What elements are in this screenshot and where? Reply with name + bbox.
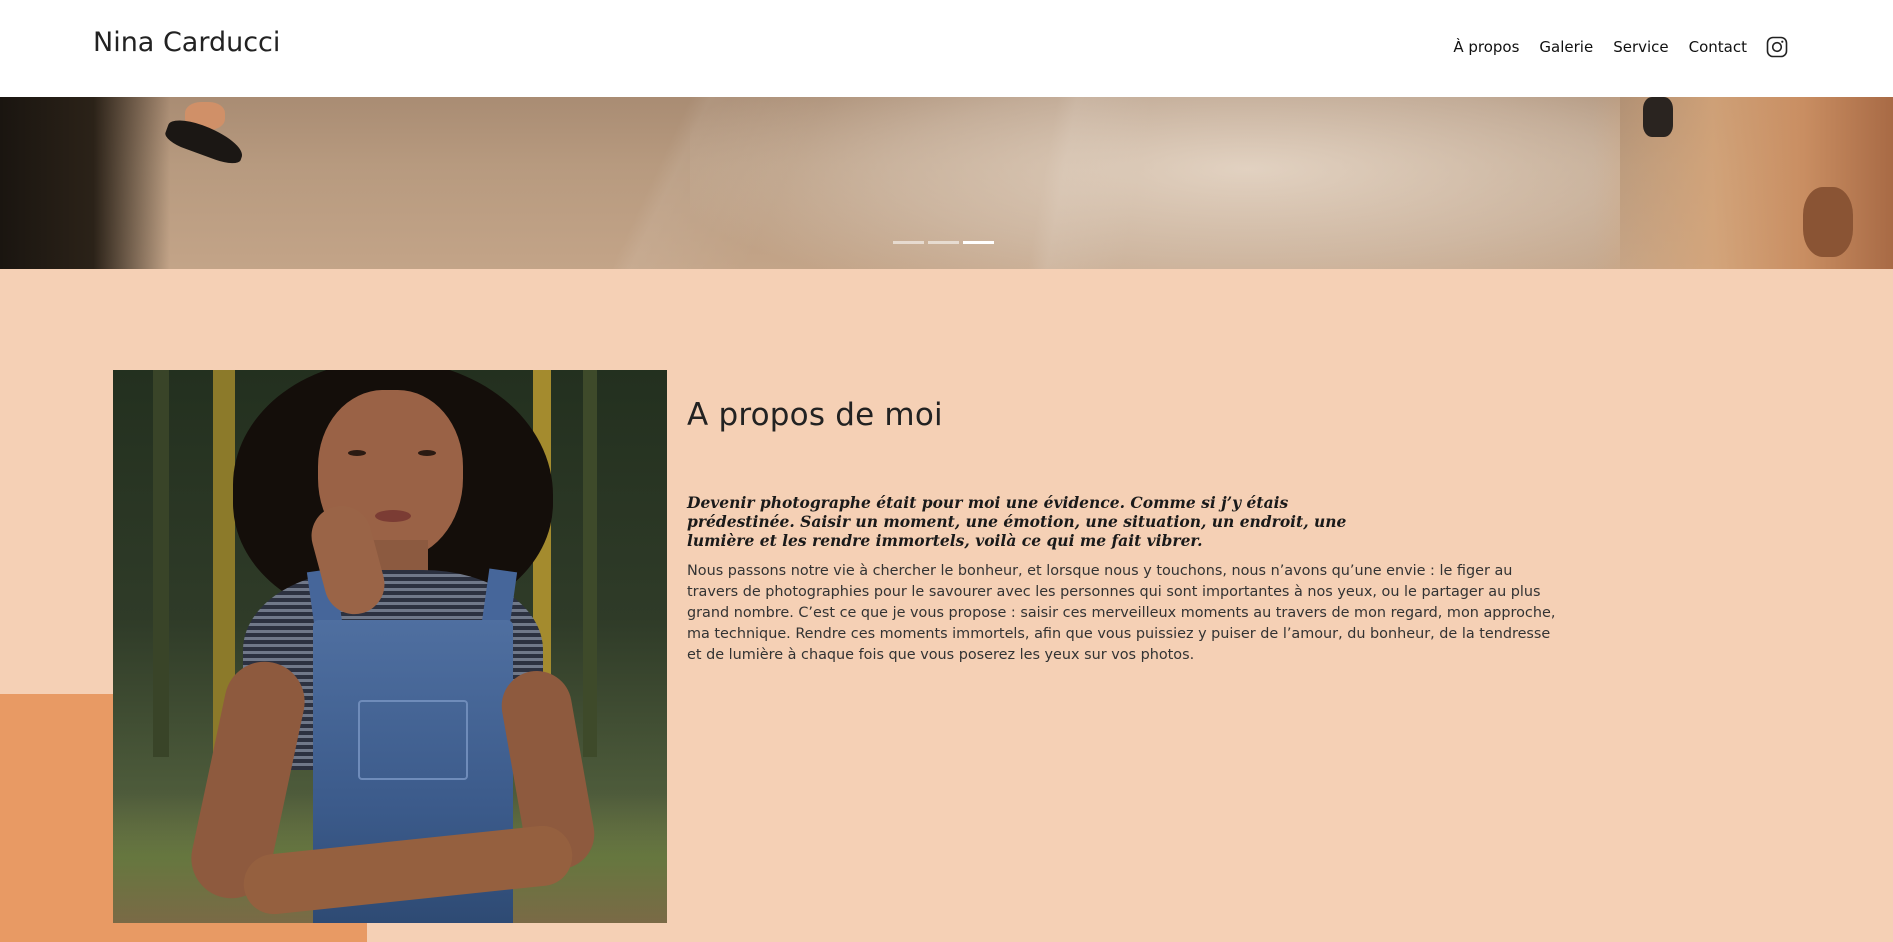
photo-eye (418, 450, 436, 456)
carousel-indicator-3[interactable] (963, 241, 994, 244)
hero-veil-detail (690, 97, 1620, 269)
nav-link-gallery[interactable]: Galerie (1539, 38, 1593, 56)
main-nav: À propos Galerie Service Contact (1433, 36, 1788, 58)
instagram-icon[interactable] (1766, 36, 1788, 58)
photo-lips (375, 510, 411, 522)
photo-pocket (358, 700, 468, 780)
photo-bamboo (153, 370, 169, 758)
photo-eye (348, 450, 366, 456)
nav-link-service[interactable]: Service (1613, 38, 1668, 56)
carousel-indicator-1[interactable] (893, 241, 924, 244)
about-section: A propos de moi Devenir photographe étai… (687, 397, 1587, 663)
hero-left-figure (0, 97, 170, 269)
nav-link-about[interactable]: À propos (1453, 38, 1519, 56)
about-title: A propos de moi (687, 397, 943, 433)
site-header: Nina Carducci À propos Galerie Service C… (0, 0, 1893, 97)
nav-link-contact[interactable]: Contact (1689, 38, 1747, 56)
hero-shoe (1643, 97, 1673, 137)
portrait-photo (113, 370, 667, 923)
about-body: Nous passons notre vie à chercher le bon… (687, 563, 1556, 663)
about-quote: Devenir photographe était pour moi une é… (687, 493, 1347, 550)
carousel-indicator-2[interactable] (928, 241, 959, 244)
brand-logo[interactable]: Nina Carducci (93, 27, 280, 58)
hero-shoe (1803, 187, 1853, 257)
photo-bamboo (583, 370, 597, 758)
carousel-indicators (893, 241, 998, 244)
